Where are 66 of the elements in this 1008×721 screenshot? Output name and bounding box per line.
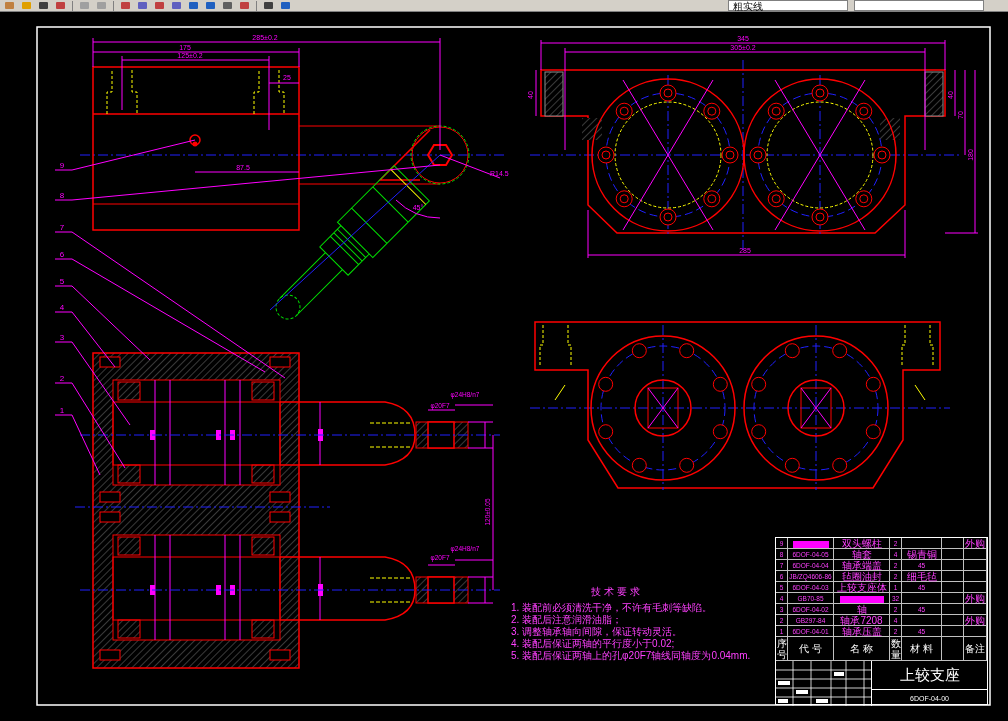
part-number-label: 4: [59, 303, 65, 312]
toolbar-icon[interactable]: [154, 1, 165, 10]
table-cell: 轴承压盖: [834, 626, 890, 637]
part-number-label: 8: [59, 191, 65, 200]
table-cell: [942, 549, 964, 560]
drawing-title: 上较支座: [872, 661, 987, 690]
toolbar-icon[interactable]: [38, 1, 49, 10]
table-cell: [964, 604, 987, 615]
table-cell: 细毛毡: [902, 571, 942, 582]
part-number-label: 1: [59, 406, 65, 415]
column-header: 数量: [890, 637, 901, 660]
table-cell: [902, 593, 942, 604]
toolbar-icon[interactable]: [280, 1, 291, 10]
table-cell: 外购: [964, 538, 987, 549]
table-cell: [942, 582, 964, 593]
layer-dropdown[interactable]: 粗实线: [728, 0, 848, 11]
table-cell: 锡青铜: [902, 549, 942, 560]
table-cell: 双头螺柱: [834, 538, 890, 549]
toolbar-icon[interactable]: [120, 1, 131, 10]
table-cell: 毡圈油封: [834, 571, 890, 582]
requirement-text: 1. 装配前必须清洗干净，不许有毛刺等缺陷。: [510, 602, 714, 614]
toolbar-icon[interactable]: [55, 1, 66, 10]
table-cell: [902, 538, 942, 549]
toolbar-icon[interactable]: [137, 1, 148, 10]
requirement-text: 5. 装配后保证两轴上的孔φ20F7轴线同轴度为0.04mm.: [510, 650, 752, 662]
requirements-title: 技术要求: [590, 586, 644, 598]
table-cell: 轴承端盖: [834, 560, 890, 571]
part-number-label: 2: [59, 374, 65, 383]
table-cell: [942, 538, 964, 549]
table-cell: 外购: [964, 593, 987, 604]
part-number-label: 6: [59, 250, 65, 259]
linetype-dropdown[interactable]: [854, 0, 984, 11]
column-header: 名 称: [850, 643, 873, 654]
table-cell: [942, 560, 964, 571]
table-cell: 轴承7208: [834, 615, 890, 626]
table-cell: 上较支座体: [834, 582, 890, 593]
column-header: 序号: [776, 637, 787, 660]
part-number-label: 9: [59, 161, 65, 170]
table-cell: [942, 615, 964, 626]
table-cell: [942, 571, 964, 582]
toolbar-icon[interactable]: [222, 1, 233, 10]
table-cell: [964, 560, 987, 571]
part-number-label: 7: [59, 223, 65, 232]
toolbar-icon[interactable]: [239, 1, 250, 10]
toolbar-icon[interactable]: [205, 1, 216, 10]
part-number-label: 3: [59, 333, 65, 342]
table-cell: [942, 626, 964, 637]
toolbar-icon[interactable]: [188, 1, 199, 10]
table-cell: [942, 593, 964, 604]
part-number-label: 5: [59, 277, 65, 286]
column-header: 备注: [965, 643, 985, 654]
table-cell: [942, 604, 964, 615]
column-header: 代 号: [799, 643, 822, 654]
toolbar-icon[interactable]: [171, 1, 182, 10]
column-header: 材 料: [910, 643, 933, 654]
table-cell: [964, 571, 987, 582]
table-cell: [902, 615, 942, 626]
requirement-text: 3. 调整轴承轴向间隙，保证转动灵活。: [510, 626, 684, 638]
toolbar-icon[interactable]: [263, 1, 274, 10]
table-cell: [964, 582, 987, 593]
requirement-text: 4. 装配后保证两轴的平行度小于0.02;: [510, 638, 676, 650]
table-cell: 外购: [964, 615, 987, 626]
requirement-text: 2. 装配后注意润滑油脂；: [510, 614, 624, 626]
table-cell: 轴套: [834, 549, 890, 560]
table-cell: [964, 549, 987, 560]
table-cell: 轴: [834, 604, 890, 615]
